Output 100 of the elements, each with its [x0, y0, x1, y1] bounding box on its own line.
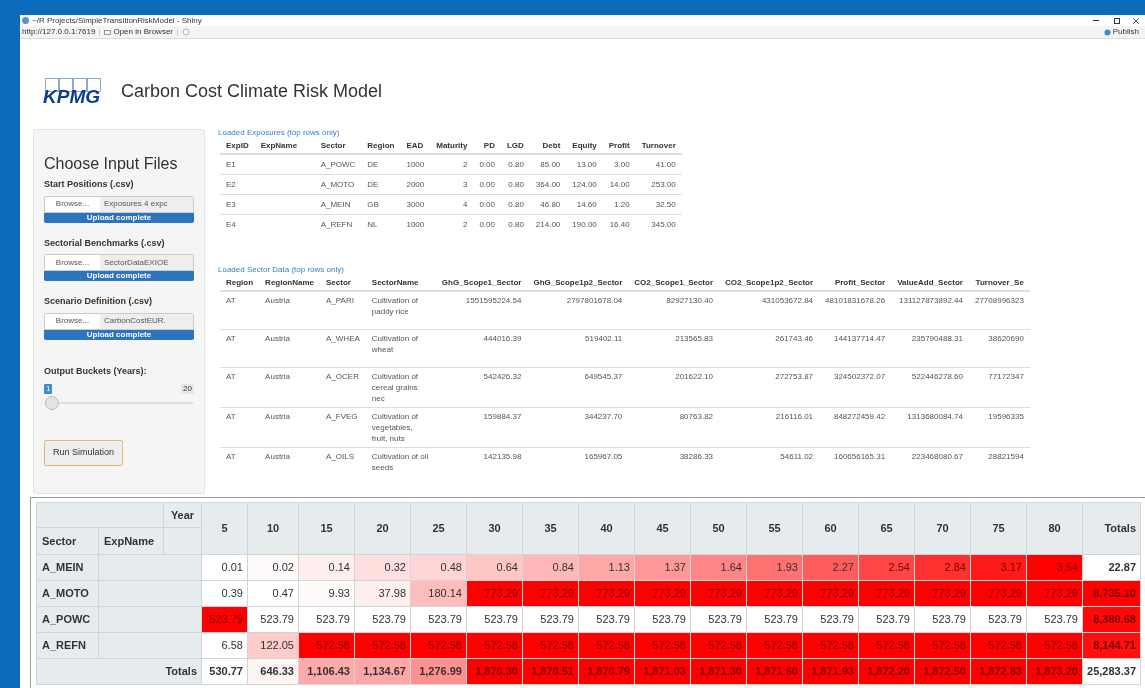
- column-header[interactable]: SectorName: [365, 276, 436, 291]
- column-header[interactable]: Sector: [314, 139, 362, 154]
- column-header[interactable]: Sector: [320, 276, 366, 291]
- column-header: 70: [914, 502, 971, 555]
- slider-thumb[interactable]: [45, 396, 59, 410]
- table-cell: 142135.98: [435, 447, 528, 485]
- table-cell: 542426.32: [435, 367, 528, 407]
- column-header[interactable]: Debt: [529, 139, 567, 154]
- minimize-icon[interactable]: [1093, 20, 1099, 21]
- publish-button[interactable]: Publish: [1103, 28, 1139, 36]
- kpmg-logo: KPMG: [43, 77, 105, 106]
- browse-button[interactable]: Browse...: [45, 313, 100, 329]
- table-cell: 223468080.67: [891, 447, 969, 485]
- table-cell: A_WHEA: [320, 329, 366, 367]
- file-input[interactable]: Browse... CarbonCostEUR.: [44, 312, 194, 330]
- column-header[interactable]: Profit_Sector: [819, 276, 892, 291]
- column-header: 45: [634, 502, 691, 555]
- row-label: A_MEIN: [36, 554, 99, 581]
- totals-label: Totals: [36, 658, 202, 685]
- table-cell: 213565.83: [628, 329, 720, 367]
- table-cell: Austria: [259, 291, 320, 329]
- table-cell: 0.00: [473, 154, 501, 175]
- table-cell: A_REFN: [314, 214, 362, 234]
- file-input[interactable]: Browse... Exposures 4 expc: [44, 195, 194, 213]
- table-cell: 431053672.84: [719, 291, 820, 329]
- file-input[interactable]: Browse... SectorDataEXIOE: [44, 254, 194, 271]
- table-cell: E2: [220, 174, 255, 195]
- column-header[interactable]: Turnover_Se: [968, 276, 1030, 291]
- column-header[interactable]: Turnover: [635, 139, 682, 154]
- column-header: 50: [690, 502, 747, 555]
- column-header: 60: [802, 502, 859, 555]
- column-header[interactable]: LGD: [500, 139, 530, 154]
- column-header[interactable]: Region: [220, 276, 260, 291]
- column-header[interactable]: ValueAdd_Sector: [891, 276, 969, 291]
- table-cell: Austria: [259, 447, 320, 485]
- table-cell: NL: [361, 214, 401, 234]
- table-cell: DE: [361, 174, 401, 195]
- column-header[interactable]: PD: [473, 139, 501, 154]
- table-cell: Cultivation of oil seeds: [365, 447, 436, 485]
- close-icon[interactable]: [1133, 17, 1139, 24]
- column-header: 75: [970, 502, 1027, 555]
- table-cell: 19596335: [968, 407, 1030, 447]
- table-cell: Cultivation of wheat: [365, 329, 436, 367]
- upload-status: Upload complete: [85, 212, 153, 223]
- table-cell: 2797801678.04: [527, 291, 629, 329]
- table-cell: 1000: [400, 154, 431, 175]
- table-cell: 522446278.60: [891, 367, 969, 407]
- window-icon: [104, 29, 112, 35]
- column-header[interactable]: CO2_Scope1_Sector: [628, 276, 720, 291]
- app-title: Carbon Cost Climate Risk Model: [121, 80, 383, 103]
- row-header: ExpName: [98, 527, 164, 555]
- table-cell: A_MEIN: [314, 194, 362, 215]
- table-cell: 13.00: [566, 154, 603, 175]
- column-header: 20: [354, 502, 411, 555]
- maximize-icon[interactable]: [1114, 17, 1120, 24]
- table-cell: 124.00: [566, 174, 603, 195]
- row-label: A_REFN: [36, 632, 99, 659]
- upload-status: Upload complete: [85, 329, 153, 340]
- table-cell: A_FVEG: [320, 407, 366, 447]
- file-name: CarbonCostEUR.: [100, 313, 193, 329]
- column-header[interactable]: CO2_Scope1p2_Sector: [719, 276, 820, 291]
- table-cell: 0.80: [500, 214, 530, 234]
- table-cell: A_MOTO: [314, 174, 362, 195]
- table-cell: A_PARI: [320, 291, 366, 329]
- table-cell: 160656165.31: [819, 447, 892, 485]
- table-cell: 2: [430, 214, 474, 234]
- column-header: 65: [858, 502, 915, 555]
- column-header[interactable]: Equity: [566, 139, 603, 154]
- column-header[interactable]: GhG_Scope1_Sector: [435, 276, 528, 291]
- table-cell: Austria: [259, 407, 320, 447]
- table-cell: AT: [220, 447, 260, 485]
- open-in-browser-button[interactable]: Open in Browser: [104, 28, 173, 36]
- column-header[interactable]: Maturity: [430, 139, 474, 154]
- app-icon: [22, 17, 29, 24]
- column-header: 35: [522, 502, 579, 555]
- column-header: 5: [201, 502, 248, 555]
- field-label: Start Positions (.csv): [44, 178, 135, 191]
- column-header[interactable]: Region: [361, 139, 401, 154]
- column-header[interactable]: GhG_Scope1p2_Sector: [527, 276, 629, 291]
- column-header[interactable]: RegionName: [259, 276, 320, 291]
- column-header[interactable]: ExpName: [254, 139, 315, 154]
- column-header[interactable]: Profit: [602, 139, 636, 154]
- column-header[interactable]: EAD: [400, 139, 431, 154]
- browse-button[interactable]: Browse...: [45, 255, 100, 270]
- axis-label: Year: [163, 502, 202, 528]
- table-cell: 2: [430, 154, 474, 175]
- table-cell: Cultivation of cereal grains nec: [365, 367, 436, 407]
- column-header[interactable]: ExpID: [220, 139, 255, 154]
- slider-track[interactable]: [45, 396, 193, 410]
- browse-button[interactable]: Browse...: [45, 196, 100, 212]
- table-cell: E1: [220, 154, 255, 175]
- column-header: 15: [298, 502, 355, 555]
- table-cell: 14.60: [566, 194, 603, 215]
- table-cell: 649545.37: [527, 367, 629, 407]
- run-simulation-button[interactable]: Run Simulation: [44, 440, 124, 466]
- field-label: Sectorial Benchmarks (.csv): [44, 236, 166, 250]
- table-cell: 14.00: [602, 174, 636, 195]
- table-cell: E4: [220, 214, 255, 234]
- table-cell: 0.00: [473, 214, 501, 234]
- table-cell: A_POWC: [314, 154, 362, 175]
